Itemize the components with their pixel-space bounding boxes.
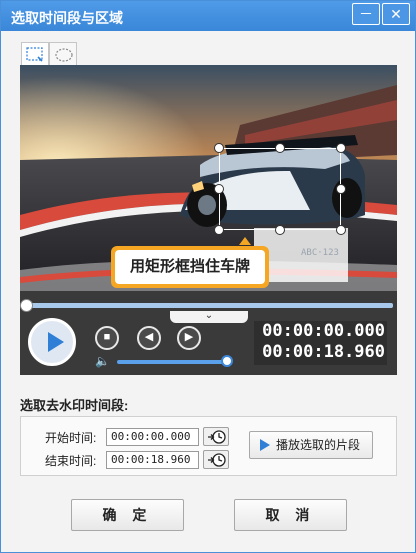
resize-handle-bl[interactable]	[214, 225, 224, 235]
ellipse-select-icon	[55, 48, 73, 62]
volume-knob[interactable]	[221, 355, 233, 367]
resize-handle-tr[interactable]	[336, 143, 346, 153]
collapse-icon[interactable]: ⌄	[170, 311, 248, 323]
seek-knob[interactable]	[20, 299, 33, 312]
window-title: 选取时间段与区域	[11, 10, 123, 26]
tab-rectangle-select[interactable]	[21, 42, 49, 66]
selection-box[interactable]	[219, 148, 341, 230]
player-controls: ⌄ ■ ◀ ▶ 🔈 00:00:00.000 00:00:18.960	[20, 291, 397, 375]
clock-arrow-icon	[208, 430, 226, 444]
hint-pointer	[239, 237, 251, 245]
dialog-window: 选取时间段与区域 － ✕ ABC·123 用矩形框挡住车牌 ⌄ ■ ◀ ▶ 🔈 …	[0, 0, 416, 553]
ok-button[interactable]: 确 定	[71, 499, 184, 531]
speaker-icon[interactable]: 🔈	[95, 354, 110, 368]
cancel-button[interactable]: 取 消	[234, 499, 347, 531]
set-start-time-button[interactable]	[203, 427, 229, 446]
current-time: 00:00:00.000	[262, 321, 385, 341]
total-time: 00:00:18.960	[262, 342, 385, 362]
mask-hint-bubble: 用矩形框挡住车牌	[111, 246, 269, 288]
next-frame-button[interactable]: ▶	[177, 326, 201, 350]
close-button[interactable]: ✕	[382, 3, 410, 25]
rect-select-icon	[26, 47, 43, 62]
resize-handle-t[interactable]	[275, 143, 285, 153]
mask-hint-text: 用矩形框挡住车牌	[115, 250, 265, 284]
seek-bar[interactable]	[24, 303, 393, 308]
play-selected-segment-button[interactable]: 播放选取的片段	[249, 431, 373, 459]
set-end-time-button[interactable]	[203, 450, 229, 469]
segment-section-title: 选取去水印时间段:	[20, 398, 129, 413]
resize-handle-l[interactable]	[214, 184, 224, 194]
tab-ellipse-select[interactable]	[49, 42, 77, 66]
play-icon	[260, 439, 270, 451]
title-bar[interactable]: 选取时间段与区域 － ✕	[1, 1, 415, 31]
plate-text: ABC·123	[301, 248, 339, 258]
minimize-button[interactable]: －	[352, 3, 380, 25]
start-time-input[interactable]: 00:00:00.000	[106, 428, 199, 446]
resize-handle-b[interactable]	[275, 225, 285, 235]
stop-button[interactable]: ■	[95, 326, 119, 350]
start-time-label: 开始时间:	[45, 431, 97, 445]
clock-arrow-icon	[208, 453, 226, 467]
play-button[interactable]	[28, 318, 76, 366]
volume-slider[interactable]	[117, 360, 227, 364]
play-selected-label: 播放选取的片段	[276, 438, 361, 452]
resize-handle-br[interactable]	[336, 225, 346, 235]
prev-frame-button[interactable]: ◀	[137, 326, 161, 350]
resize-handle-r[interactable]	[336, 184, 346, 194]
timecode-display: 00:00:00.000 00:00:18.960	[254, 321, 387, 365]
end-time-label: 结束时间:	[45, 454, 97, 468]
resize-handle-tl[interactable]	[214, 143, 224, 153]
segment-group: 开始时间: 00:00:00.000 结束时间: 00:00:18.960 播放…	[20, 416, 397, 476]
end-time-input[interactable]: 00:00:18.960	[106, 451, 199, 469]
